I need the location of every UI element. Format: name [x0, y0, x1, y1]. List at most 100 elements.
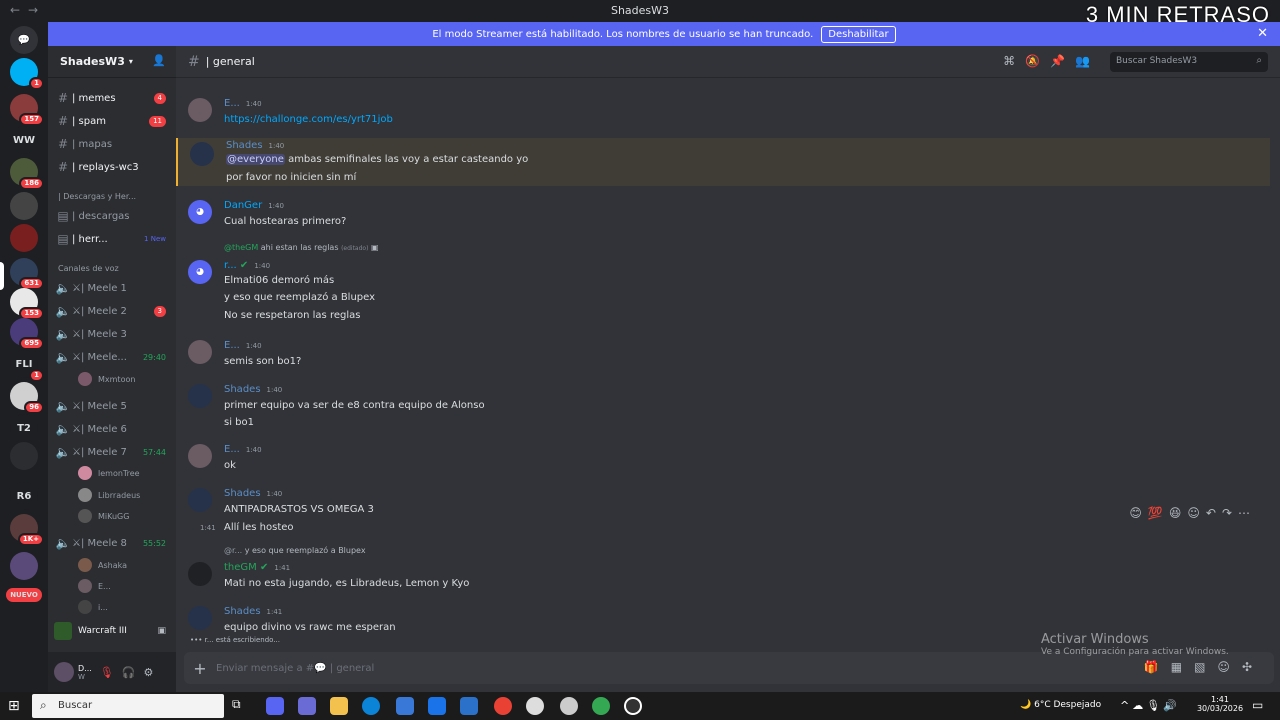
server-icon[interactable]: 157 — [10, 94, 44, 126]
store-icon[interactable] — [396, 697, 414, 715]
server-icon[interactable] — [10, 552, 38, 580]
gif-icon[interactable]: ▦ — [1171, 660, 1194, 674]
channel-herramientas[interactable]: ▤ | herr... 1 New — [54, 229, 172, 249]
server-icon[interactable]: 96 — [10, 382, 44, 414]
message-author[interactable]: Shades 1:40 — [224, 384, 282, 395]
emoji-icon[interactable]: ☺ — [1217, 660, 1242, 674]
message[interactable]: Shades 1:41 equipo divino vs rawc me espe… — [176, 602, 1270, 636]
windows-start-icon[interactable]: ⊞ — [8, 698, 20, 714]
message-author[interactable]: r... ✔ 1:40 — [224, 260, 270, 271]
message-author[interactable]: E... 1:40 — [224, 340, 262, 351]
voice-member[interactable]: Ashaka — [78, 556, 127, 574]
reaction-emoji-icon[interactable]: 😊 — [1129, 506, 1148, 520]
discord-home-icon[interactable]: 💬 — [10, 26, 38, 54]
server-icon[interactable] — [10, 442, 38, 470]
obs-icon[interactable] — [560, 697, 578, 715]
voice-member[interactable]: MiKuGG — [78, 507, 129, 525]
add-reaction-icon[interactable]: ☺ — [1187, 506, 1206, 520]
avatar[interactable] — [188, 340, 212, 364]
server-icon[interactable] — [10, 224, 38, 252]
voice-member[interactable]: i... — [78, 598, 108, 616]
taskbar-search[interactable]: ⌕ Buscar — [32, 694, 224, 718]
reaction-emoji-icon[interactable]: 💯 — [1148, 506, 1169, 520]
reply-preview[interactable]: @theGM ahi estan las reglas (editado) ▣ — [224, 243, 379, 252]
message-link[interactable]: https://challonge.com/es/yrt71job — [224, 114, 393, 125]
message[interactable]: E... 1:40 https://challonge.com/es/yrt71j… — [176, 94, 1270, 128]
mic-icon[interactable]: 🎙 — [1146, 699, 1163, 712]
channel-replays[interactable]: # | replays-wc3 — [54, 157, 172, 177]
server-header[interactable]: ShadesW3 ▾ 👤 — [48, 46, 176, 78]
channel-memes[interactable]: # | memes 4 — [54, 88, 172, 108]
reaction-emoji-icon[interactable]: 😆 — [1169, 506, 1188, 520]
close-icon[interactable]: ✕ — [1257, 26, 1268, 41]
voice-channel[interactable]: 🔈 ⚔| Meele 2 3 — [54, 301, 172, 321]
message[interactable]: Shades 1:40 primer equipo va ser de e8 co… — [176, 380, 1270, 428]
reply-preview[interactable]: @r... y eso que reemplazó a Blupex — [224, 546, 366, 555]
add-attachment-icon[interactable]: + — [184, 659, 216, 678]
avatar[interactable] — [188, 384, 212, 408]
server-icon[interactable]: R6 — [10, 482, 38, 510]
server-icon[interactable]: 631 — [10, 258, 44, 290]
message[interactable]: @r... y eso que reemplazó a Blupex theGM… — [176, 544, 1270, 594]
app-icon[interactable] — [526, 697, 544, 715]
disable-streamer-button[interactable]: Deshabilitar — [821, 25, 896, 43]
avatar[interactable] — [188, 98, 212, 122]
server-icon[interactable]: FLI 1 — [10, 350, 44, 382]
pin-icon[interactable]: 📌 — [1050, 54, 1075, 68]
message-author[interactable]: E... 1:40 — [224, 98, 262, 109]
invite-icon[interactable]: 👤 — [152, 54, 166, 67]
chrome-icon[interactable] — [494, 697, 512, 715]
voice-channel[interactable]: 🔈 ⚔| Meele... 29:40 — [54, 347, 172, 367]
user-info[interactable]: D... W — [78, 664, 92, 681]
server-icon[interactable]: 153 — [10, 288, 44, 320]
stream-icon[interactable]: ▣ — [157, 626, 166, 636]
activity-panel[interactable]: Warcraft III ▣ — [54, 618, 170, 644]
voice-member[interactable]: Librradeus — [78, 486, 140, 504]
edge-icon[interactable] — [362, 697, 380, 715]
more-icon[interactable]: ⋯ — [1238, 506, 1256, 520]
reply-icon[interactable]: ↶ — [1206, 506, 1222, 520]
discord-avatar-icon[interactable]: ◕ — [188, 260, 212, 284]
message-author[interactable]: Shades 1:40 — [226, 140, 284, 151]
voice-channel[interactable]: 🔈 ⚔| Meele 1 — [54, 278, 172, 298]
headphones-icon[interactable]: 🎧 — [122, 666, 136, 679]
message-author[interactable]: Shades 1:41 — [224, 606, 282, 617]
voice-channel[interactable]: 🔈 ⚔| Meele 8 55:52 — [54, 533, 172, 553]
voice-channel[interactable]: 🔈 ⚔| Meele 3 — [54, 324, 172, 344]
media-player-icon[interactable] — [624, 697, 642, 715]
message-author[interactable]: theGM ✔ 1:41 — [224, 562, 290, 573]
app-icon[interactable] — [460, 697, 478, 715]
server-icon[interactable]: 695 — [10, 318, 44, 350]
channel-spam[interactable]: # | spam 11 — [54, 111, 172, 131]
avatar[interactable] — [188, 488, 212, 512]
mention[interactable]: @everyone — [226, 154, 285, 165]
voice-member[interactable]: E... — [78, 577, 111, 595]
voice-channel[interactable]: 🔈 ⚔| Meele 6 — [54, 419, 172, 439]
server-icon[interactable]: WW — [10, 126, 38, 154]
category-downloads[interactable]: | Descargas y Her... — [58, 192, 136, 201]
search-input[interactable]: Buscar ShadesW3 ⌕ — [1110, 52, 1268, 72]
message-author[interactable]: E... 1:40 — [224, 444, 262, 455]
avatar[interactable] — [54, 662, 74, 682]
server-icon[interactable]: T2 — [10, 414, 38, 442]
message[interactable]: Shades 1:40 ANTIPADRASTOS VS OMEGA 3 1:41… — [176, 484, 1270, 534]
category-voice[interactable]: Canales de voz — [58, 264, 119, 273]
mic-muted-icon[interactable]: 🎙 — [100, 666, 114, 679]
gift-icon[interactable]: 🎁 — [1144, 660, 1171, 674]
volume-icon[interactable]: 🔊 — [1163, 699, 1180, 712]
discord-avatar-icon[interactable]: ◕ — [188, 200, 212, 224]
forward-icon[interactable]: ↷ — [1222, 506, 1238, 520]
members-icon[interactable]: 👥 — [1075, 54, 1100, 68]
task-view-icon[interactable]: ⧉ — [232, 697, 250, 715]
chevron-up-icon[interactable]: ^ — [1120, 699, 1132, 712]
message-author[interactable]: Shades 1:40 — [224, 488, 282, 499]
notifications-icon[interactable]: ▭ — [1252, 698, 1263, 712]
message[interactable]: @theGM ahi estan las reglas (editado) ▣ … — [176, 240, 1270, 326]
avatar[interactable] — [190, 142, 214, 166]
message[interactable]: ◕ DanGer 1:40 Cual hostearas primero? — [176, 196, 1270, 230]
server-icon[interactable]: 186 — [10, 158, 44, 190]
copilot-icon[interactable] — [298, 697, 316, 715]
message-author[interactable]: DanGer 1:40 — [224, 200, 284, 211]
gear-icon[interactable]: ⚙ — [143, 666, 153, 679]
mail-icon[interactable] — [428, 697, 446, 715]
